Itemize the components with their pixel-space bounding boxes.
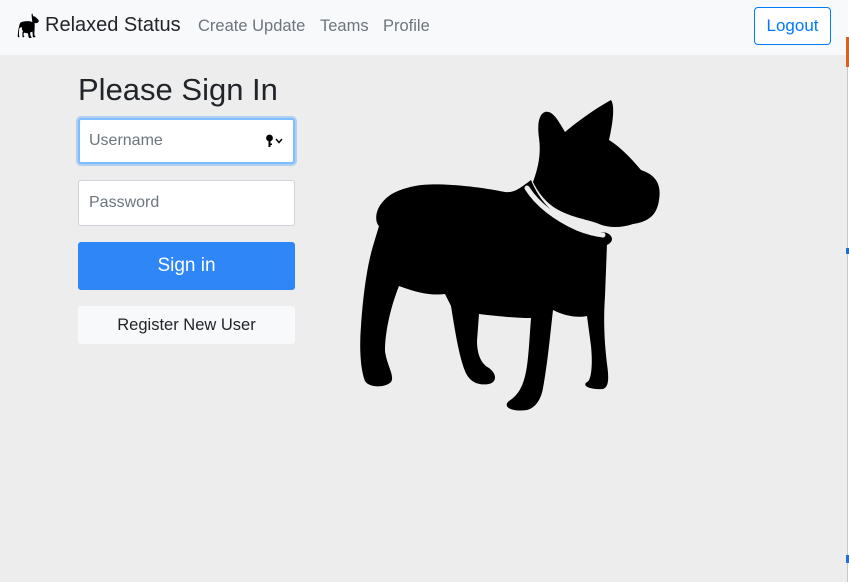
brand-name: Relaxed Status	[45, 14, 181, 36]
nav-link-teams[interactable]: Teams	[320, 17, 369, 36]
nav-link-profile[interactable]: Profile	[383, 17, 430, 36]
register-new-user-button[interactable]: Register New User	[78, 306, 295, 344]
french-bulldog-icon	[17, 13, 42, 38]
username-input[interactable]	[78, 118, 295, 164]
page-title: Please Sign In	[78, 72, 278, 107]
key-dropdown-icon[interactable]	[265, 134, 283, 148]
password-input[interactable]	[78, 180, 295, 226]
browser-window: Relaxed Status Create Update Teams Profi…	[0, 0, 848, 582]
nav-link-create-update[interactable]: Create Update	[198, 17, 305, 36]
sign-in-button[interactable]: Sign in	[78, 242, 295, 290]
logout-button[interactable]: Logout	[754, 7, 831, 45]
brand-link[interactable]: Relaxed Status	[17, 13, 181, 38]
french-bulldog-silhouette	[355, 96, 665, 419]
navbar: Relaxed Status Create Update Teams Profi…	[0, 0, 848, 55]
